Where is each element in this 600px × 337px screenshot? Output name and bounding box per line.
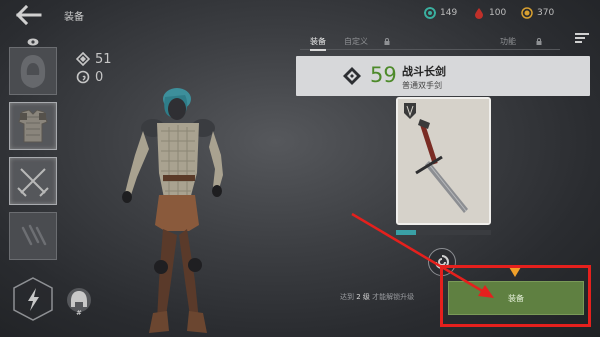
top-bar: 装备 149 100 370 — [0, 0, 600, 43]
helmet-badge: # — [76, 309, 82, 317]
power-diamond-icon — [76, 52, 90, 66]
page-title: 装备 — [64, 12, 84, 23]
hood-icon — [20, 55, 46, 88]
slot-head[interactable] — [9, 47, 57, 95]
lock-icon — [536, 38, 542, 45]
currency-value: 100 — [489, 8, 507, 18]
claw-marks-icon — [21, 224, 47, 246]
character-stats: 51 0 — [76, 50, 112, 86]
annotation-highlight-box — [440, 265, 591, 327]
currency-value: 149 — [440, 8, 458, 18]
stat-power-value: 51 — [95, 51, 112, 67]
slot-armor[interactable] — [9, 102, 57, 150]
currency-teal[interactable]: 149 — [424, 7, 457, 19]
gold-coin-icon — [521, 7, 533, 19]
visibility-eye-icon[interactable] — [27, 38, 39, 46]
currency-blood[interactable]: 100 — [473, 7, 506, 19]
teal-orb-icon — [424, 7, 436, 19]
stat-power: 51 — [76, 50, 112, 68]
weapon-progress-fill — [396, 230, 416, 235]
unlock-hint: 达到 2 级 才能解锁升级 — [340, 292, 414, 302]
weapon-name: 战斗长剑 — [402, 65, 446, 78]
currency-value: 370 — [537, 8, 555, 18]
hint-suffix: 才能解锁升级 — [372, 293, 415, 301]
swirl-icon — [76, 70, 90, 84]
tab-equipment[interactable]: 装备 — [310, 36, 326, 51]
skill-hexagon-button[interactable] — [12, 276, 54, 322]
lock-icon — [384, 38, 390, 45]
power-diamond-icon — [343, 67, 361, 85]
stat-secondary-value: 0 — [95, 69, 104, 85]
blood-drop-icon — [475, 8, 483, 19]
back-arrow-icon[interactable] — [14, 4, 44, 26]
hint-prefix: 达到 — [340, 293, 354, 301]
category-tabs: 装备 自定义 功能 — [300, 34, 560, 51]
tab-customize[interactable]: 自定义 — [344, 36, 368, 47]
hint-level: 2 级 — [356, 293, 370, 301]
stat-secondary: 0 — [76, 68, 112, 86]
sort-menu-icon[interactable] — [574, 30, 590, 46]
character-model — [122, 88, 223, 333]
longsword-image — [398, 99, 489, 223]
slot-boots[interactable] — [9, 212, 57, 260]
tab-features[interactable]: 功能 — [500, 36, 516, 47]
weapon-card[interactable] — [396, 97, 491, 225]
armor-icon — [18, 109, 48, 143]
weapon-power: 59 — [370, 63, 397, 87]
crossed-swords-icon — [17, 168, 49, 197]
slot-weapon[interactable] — [9, 157, 57, 205]
weapon-type: 普通双手剑 — [402, 81, 442, 90]
currency-gold[interactable]: 370 — [521, 7, 554, 19]
